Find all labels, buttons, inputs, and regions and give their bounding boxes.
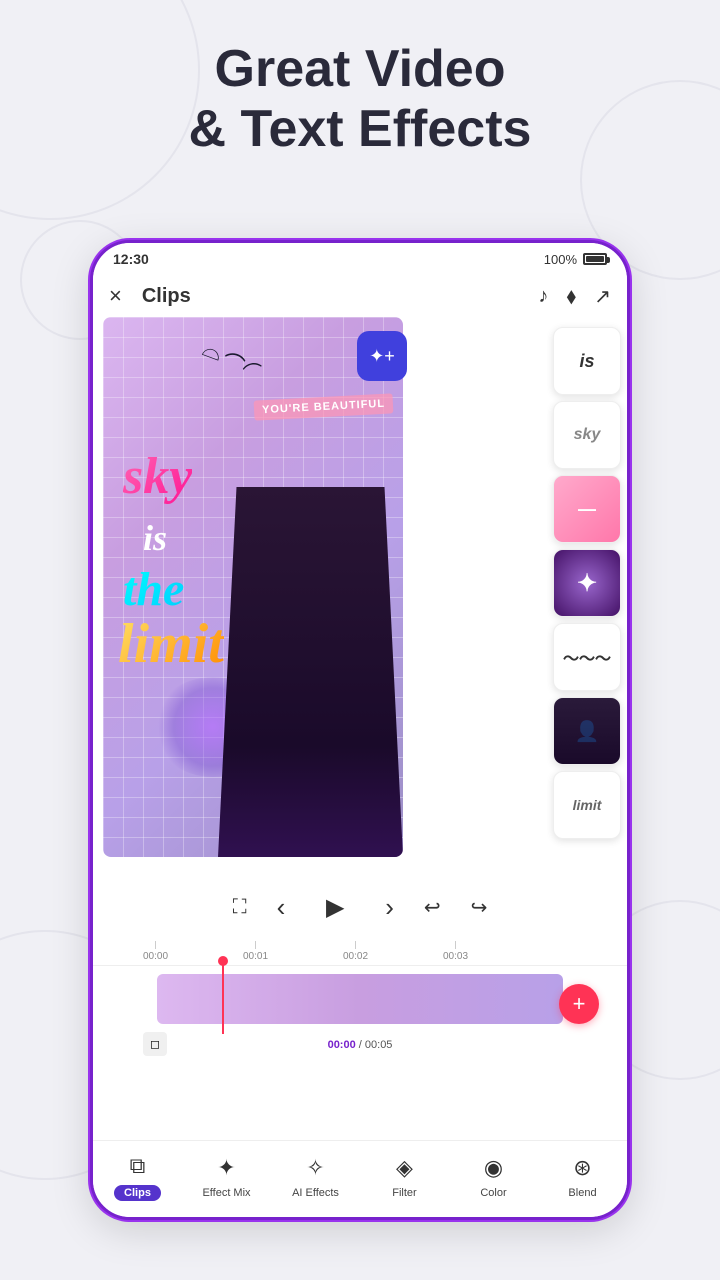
battery-icon — [583, 253, 607, 265]
layer-is[interactable]: is — [553, 327, 621, 395]
status-bar: 12:30 100% — [93, 243, 627, 275]
canvas-area: ⌒ ⌓ ⌒ YOU'RE BEAUTIFUL sky is the limit … — [93, 317, 627, 877]
ai-effects-icon: ✧ — [301, 1153, 331, 1183]
the-text: the — [123, 562, 184, 617]
ruler-label-0: 00:00 — [143, 951, 168, 962]
canvas-controls: ⛶ ‹ ▶ › ↩ ↪ — [93, 877, 627, 937]
timeline-ruler: 00:00 00:01 00:02 00:03 — [93, 937, 627, 966]
animate-label: Clips — [114, 1185, 161, 1201]
next-button[interactable]: › — [385, 892, 394, 923]
play-button[interactable]: ▶ — [315, 887, 355, 927]
ruler-mark-1: 00:01 — [243, 941, 268, 962]
ruler-label-1: 00:01 — [243, 951, 268, 962]
layer-is-label: is — [579, 351, 594, 372]
export-icon[interactable]: ↗ — [594, 284, 611, 309]
filter-label: Filter — [392, 1187, 416, 1199]
layer-portrait-label: 👤 — [575, 719, 600, 744]
tool-color[interactable]: ◉ Color — [459, 1153, 529, 1199]
layer-sky-label: sky — [574, 426, 601, 444]
ruler-mark-3: 00:03 — [443, 941, 468, 962]
color-label: Color — [480, 1187, 506, 1199]
ruler-tick — [155, 941, 156, 949]
app-toolbar: × Clips ♪ ⬧ ↗ — [93, 275, 627, 317]
tool-blend[interactable]: ⊛ Blend — [548, 1153, 618, 1199]
ruler-tick — [355, 941, 356, 949]
ruler-tick — [255, 941, 256, 949]
status-time: 12:30 — [113, 251, 149, 267]
ai-button-icon: ✦+ — [369, 346, 395, 367]
ai-effects-button[interactable]: ✦+ — [357, 331, 407, 381]
timeline-main-track[interactable] — [157, 974, 563, 1024]
layer-stripe[interactable]: — — [553, 475, 621, 543]
layer-doodles[interactable]: 〜〜〜 — [553, 623, 621, 691]
toolbar-icons: ♪ ⬧ ↗ — [538, 283, 611, 309]
ruler-label-2: 00:02 — [343, 951, 368, 962]
text-icon: ◻ — [150, 1037, 160, 1051]
layers-panel: is sky — ✦ 〜〜〜 👤 limit — [547, 317, 627, 857]
layer-galaxy-label: ✦ — [577, 569, 597, 598]
effect-mix-icon: ✦ — [212, 1153, 242, 1183]
ruler-marks: 00:00 00:01 00:02 00:03 — [143, 941, 577, 961]
add-clip-button[interactable]: + — [559, 984, 599, 1024]
limit-text: limit — [118, 612, 224, 676]
timeline: 00:00 00:01 00:02 00:03 — [93, 937, 627, 1057]
bottom-toolbar: ⧉ Clips ✦ Effect Mix ✧ AI Effects ◈ Filt… — [93, 1140, 627, 1217]
color-icon: ◉ — [479, 1153, 509, 1183]
effect-mix-label: Effect Mix — [202, 1187, 250, 1199]
timeline-playhead — [222, 959, 224, 1034]
tool-ai-effects[interactable]: ✧ AI Effects — [281, 1153, 351, 1199]
ruler-mark-0: 00:00 — [143, 941, 168, 962]
timeline-time: 00:00 / 00:05 — [328, 1039, 393, 1051]
ruler-label-3: 00:03 — [443, 951, 468, 962]
filter-icon: ◈ — [390, 1153, 420, 1183]
total-time: 00:05 — [365, 1039, 393, 1051]
tool-effect-mix[interactable]: ✦ Effect Mix — [192, 1153, 262, 1199]
blend-label: Blend — [568, 1187, 596, 1199]
redo-button[interactable]: ↪ — [471, 895, 488, 920]
text-layer-icon[interactable]: ◻ — [143, 1032, 167, 1056]
add-icon: + — [573, 991, 586, 1017]
layer-doodles-label: 〜〜〜 — [563, 645, 611, 669]
prev-button[interactable]: ‹ — [277, 892, 286, 923]
layer-sky[interactable]: sky — [553, 401, 621, 469]
person-area — [218, 487, 403, 857]
tool-filter[interactable]: ◈ Filter — [370, 1153, 440, 1199]
toolbar-title: Clips — [142, 285, 538, 308]
layer-galaxy[interactable]: ✦ — [553, 549, 621, 617]
status-right: 100% — [544, 252, 607, 267]
animate-icon: ⧉ — [123, 1151, 153, 1181]
layer-limit-label: limit — [573, 797, 602, 813]
animate-icon-symbol: ⧉ — [130, 1153, 146, 1179]
battery-percent: 100% — [544, 252, 577, 267]
phone-frame: 12:30 100% × Clips ♪ ⬧ ↗ ⌒ ⌓ ⌒ YOU'RE BE… — [90, 240, 630, 1220]
ruler-mark-2: 00:02 — [343, 941, 368, 962]
music-icon[interactable]: ♪ — [538, 285, 548, 308]
sky-text: sky — [123, 447, 192, 506]
layers-icon[interactable]: ⬧ — [566, 283, 576, 309]
ruler-tick — [455, 941, 456, 949]
page-title: Great Video& Text Effects — [0, 40, 720, 160]
layer-stripe-label: — — [578, 499, 596, 520]
video-canvas[interactable]: ⌒ ⌓ ⌒ YOU'RE BEAUTIFUL sky is the limit — [103, 317, 403, 857]
is-text: is — [143, 517, 167, 559]
ai-effects-label: AI Effects — [292, 1187, 339, 1199]
fullscreen-button[interactable]: ⛶ — [233, 896, 247, 919]
tool-animate[interactable]: ⧉ Clips — [103, 1151, 173, 1201]
person-silhouette — [218, 487, 403, 857]
layer-limit[interactable]: limit — [553, 771, 621, 839]
blend-icon: ⊛ — [568, 1153, 598, 1183]
current-time: 00:00 — [328, 1039, 356, 1051]
layer-portrait[interactable]: 👤 — [553, 697, 621, 765]
close-button[interactable]: × — [109, 283, 122, 309]
undo-button[interactable]: ↩ — [424, 895, 441, 920]
timeline-track-container: + — [107, 974, 613, 1024]
